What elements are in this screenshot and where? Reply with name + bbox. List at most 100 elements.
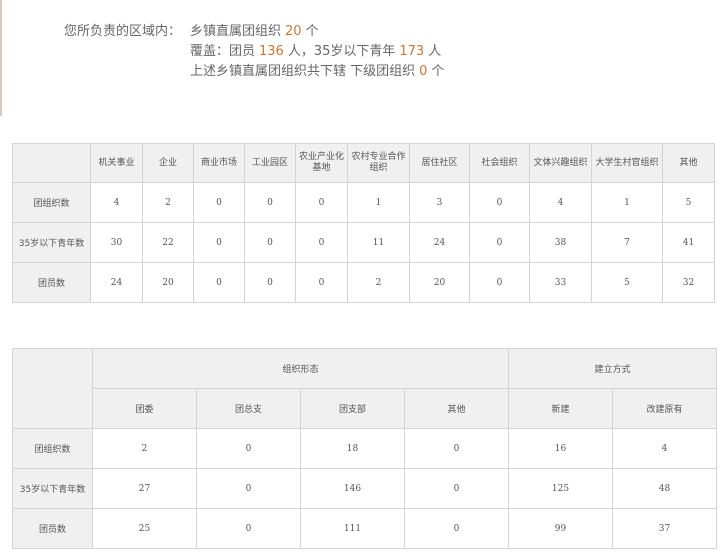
org-form-table: 组织形态 建立方式 团委 团总支 团支部 其他 新建 改建原有 团组织数 2 0…	[12, 348, 718, 549]
summary-lead-label: 您所负责的区域内：	[64, 24, 182, 39]
column-header: 农村专业合作组织	[347, 143, 410, 183]
summary-line-coverage: 覆盖：团员 136 人，35岁以下青年 173 人	[64, 42, 444, 62]
row-header: 团员数	[12, 262, 91, 303]
table-cell: 16	[508, 428, 614, 469]
table-cell: 37	[612, 508, 718, 549]
table-cell: 18	[300, 428, 405, 469]
summary-coverage-prefix: 覆盖：团员	[190, 44, 256, 59]
summary-suborgs-count: 0	[419, 64, 428, 79]
table-cell: 7	[591, 222, 663, 263]
table-cell: 0	[244, 182, 296, 223]
org-type-header-row: 机关事业 企业 商业市场 工业园区 农业产业化基地 农村专业合作组织 居住社区 …	[12, 143, 715, 183]
table-cell: 0	[295, 222, 348, 263]
table-row: 35岁以下青年数 30 22 0 0 0 11 24 0 38 7 41	[12, 222, 715, 263]
table-cell: 4	[90, 182, 143, 223]
table-cell: 38	[529, 222, 592, 263]
table-cell: 146	[300, 468, 405, 509]
column-header: 文体兴趣组织	[529, 143, 592, 183]
table-row: 团员数 25 0 111 0 99 37	[12, 508, 718, 549]
column-header: 团总支	[196, 388, 301, 429]
left-border-rule	[0, 0, 2, 116]
table-cell: 1	[591, 182, 663, 223]
table-cell: 111	[300, 508, 405, 549]
table-row: 团组织数 2 0 18 0 16 4	[12, 428, 718, 469]
row-header: 团员数	[12, 508, 93, 549]
table-cell: 48	[612, 468, 718, 509]
column-header: 居住社区	[409, 143, 470, 183]
table-cell: 99	[508, 508, 614, 549]
table-cell: 30	[90, 222, 143, 263]
group-header-form: 组织形态	[91, 348, 510, 389]
summary-suborgs-text: 上述乡镇直属团组织共下辖 下级团组织	[190, 64, 416, 79]
table-cell: 4	[529, 182, 592, 223]
table-cell: 0	[403, 428, 510, 469]
table-cell: 0	[193, 182, 245, 223]
table-cell: 0	[295, 182, 348, 223]
row-header: 团组织数	[12, 182, 91, 223]
column-header: 企业	[142, 143, 194, 183]
table-cell: 0	[469, 182, 530, 223]
column-header: 团委	[92, 388, 197, 429]
summary-youth-count: 173	[399, 44, 425, 59]
table-cell: 0	[244, 222, 296, 263]
region-summary: 您所负责的区域内： 乡镇直属团组织 20 个 覆盖：团员 136 人，35岁以下…	[64, 22, 444, 82]
table-cell: 3	[409, 182, 470, 223]
table-cell: 0	[193, 262, 245, 303]
summary-coverage-unit: 人	[428, 44, 442, 59]
table-corner-cell	[12, 143, 91, 183]
table-cell: 2	[92, 428, 197, 469]
org-type-table: 机关事业 企业 商业市场 工业园区 农业产业化基地 农村专业合作组织 居住社区 …	[12, 143, 715, 303]
column-header: 其他	[403, 388, 510, 429]
column-header: 新建	[508, 388, 614, 429]
table-cell: 41	[662, 222, 715, 263]
summary-orgs-count: 20	[285, 24, 302, 39]
column-header: 大学生村官组织	[591, 143, 663, 183]
table-row: 团员数 24 20 0 0 0 2 20 0 33 5 32	[12, 262, 715, 303]
row-header: 35岁以下青年数	[12, 468, 93, 509]
column-header: 团支部	[300, 388, 405, 429]
table-cell: 0	[403, 468, 510, 509]
table-cell: 5	[591, 262, 663, 303]
table-cell: 4	[612, 428, 718, 469]
summary-orgs-text: 乡镇直属团组织	[190, 24, 282, 39]
org-form-header-row: 团委 团总支 团支部 其他 新建 改建原有	[13, 388, 718, 429]
table-cell: 24	[90, 262, 143, 303]
table-cell: 0	[403, 508, 510, 549]
table-cell: 0	[196, 428, 301, 469]
table-cell: 0	[193, 222, 245, 263]
table-cell: 2	[347, 262, 410, 303]
row-header: 35岁以下青年数	[12, 222, 91, 263]
table-cell: 0	[295, 262, 348, 303]
summary-coverage-mid: 人，35岁以下青年	[287, 44, 396, 59]
summary-members-count: 136	[259, 44, 284, 59]
table-cell: 125	[508, 468, 614, 509]
table-cell: 33	[529, 262, 592, 303]
table-cell: 11	[347, 222, 410, 263]
table-cell: 25	[92, 508, 197, 549]
table-cell: 0	[244, 262, 296, 303]
group-header-method: 建立方式	[508, 348, 718, 389]
summary-suborgs-unit: 个	[431, 64, 445, 79]
org-form-group-row: 组织形态 建立方式	[12, 348, 718, 429]
table-cell: 0	[469, 262, 530, 303]
column-header: 社会组织	[469, 143, 530, 183]
table-cell: 32	[662, 262, 715, 303]
table-cell: 20	[409, 262, 470, 303]
table-cell: 0	[196, 508, 301, 549]
summary-line-orgs: 您所负责的区域内： 乡镇直属团组织 20 个	[64, 22, 444, 42]
table-cell: 1	[347, 182, 410, 223]
table-row: 35岁以下青年数 27 0 146 0 125 48	[12, 468, 718, 509]
column-header: 农业产业化基地	[295, 143, 348, 183]
summary-orgs-unit: 个	[305, 24, 319, 39]
table-cell: 22	[142, 222, 194, 263]
row-header: 团组织数	[12, 428, 93, 469]
column-header: 其他	[662, 143, 715, 183]
table-corner-cell	[12, 348, 93, 429]
column-header: 商业市场	[193, 143, 245, 183]
table-cell: 5	[662, 182, 715, 223]
table-cell: 27	[92, 468, 197, 509]
table-cell: 20	[142, 262, 194, 303]
summary-line-suborgs: 上述乡镇直属团组织共下辖 下级团组织 0 个	[64, 62, 444, 82]
table-cell: 0	[469, 222, 530, 263]
table-row: 团组织数 4 2 0 0 0 1 3 0 4 1 5	[12, 182, 715, 223]
